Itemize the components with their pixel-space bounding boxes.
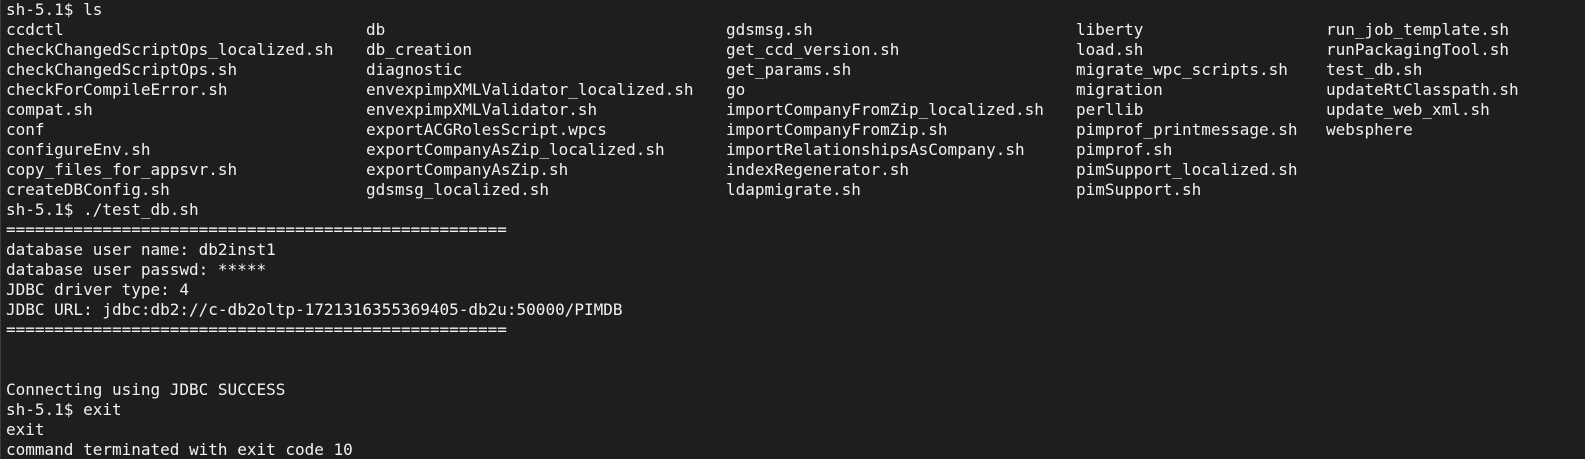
ls-entry: copy_files_for_appsvr.sh (6, 160, 238, 179)
ls-entry: perllib (1076, 100, 1144, 119)
ls-entry: runPackagingTool.sh (1326, 40, 1510, 59)
ls-entry: envexpimpXMLValidator.sh (366, 100, 598, 119)
ls-entry-empty (1326, 140, 1585, 160)
ls-entry: checkChangedScriptOps.sh (6, 60, 238, 79)
ls-entry-empty (1326, 180, 1585, 200)
db-user-line: database user name: db2inst1 (6, 240, 276, 259)
prompt-line-test-db: sh-5.1$ ./test_db.sh (6, 200, 199, 219)
prompt-line-exit: sh-5.1$ exit (6, 400, 122, 419)
ls-entry: update_web_xml.sh (1326, 100, 1490, 119)
ls-entry: pimprof.sh (1076, 140, 1173, 159)
ls-entry: get_params.sh (726, 60, 852, 79)
ls-entry: diagnostic (366, 60, 463, 79)
ls-entry: ccdctl (6, 20, 64, 39)
ls-entry: indexRegenerator.sh (726, 160, 910, 179)
ls-entry: db_creation (366, 40, 472, 59)
ls-entry: importCompanyFromZip_localized.sh (726, 100, 1044, 119)
ls-entry: updateRtClasspath.sh (1326, 80, 1519, 99)
ls-entry: ldapmigrate.sh (726, 180, 861, 199)
terminal-window[interactable]: sh-5.1$ ls ccdctl checkChangedScriptOps_… (0, 0, 1585, 459)
ls-entry: checkForCompileError.sh (6, 80, 228, 99)
connecting-line: Connecting using JDBC SUCCESS (6, 380, 286, 399)
ls-entry: run_job_template.sh (1326, 20, 1510, 39)
ls-entry: envexpimpXMLValidator_localized.sh (366, 80, 694, 99)
ls-entry: liberty (1076, 20, 1144, 39)
ls-entry: db (366, 20, 386, 39)
ls-entry: test_db.sh (1326, 60, 1423, 79)
ls-entry: exportACGRolesScript.wpcs (366, 120, 607, 139)
ls-entry: checkChangedScriptOps_localized.sh (6, 40, 334, 59)
ls-entry: pimprof_printmessage.sh (1076, 120, 1298, 139)
ls-entry: load.sh (1076, 40, 1144, 59)
separator-line: ========================================… (6, 320, 507, 339)
ls-entry: configureEnv.sh (6, 140, 151, 159)
terminated-line: command terminated with exit code 10 (6, 440, 353, 459)
ls-entry: migrate_wpc_scripts.sh (1076, 60, 1288, 79)
ls-entry: compat.sh (6, 100, 93, 119)
separator-line: ========================================… (6, 220, 507, 239)
ls-entry: importCompanyFromZip.sh (726, 120, 948, 139)
ls-entry: gdsmsg_localized.sh (366, 180, 550, 199)
ls-entry-empty (1326, 160, 1585, 180)
ls-entry: createDBConfig.sh (6, 180, 170, 199)
ls-entry: pimSupport_localized.sh (1076, 160, 1298, 179)
db-passwd-line: database user passwd: ***** (6, 260, 267, 279)
ls-entry: conf (6, 120, 45, 139)
ls-entry: websphere (1326, 120, 1413, 139)
ls-entry: go (726, 80, 746, 99)
prompt-line-ls: sh-5.1$ ls (6, 0, 103, 19)
exit-echo-line: exit (6, 420, 45, 439)
ls-entry: importRelationshipsAsCompany.sh (726, 140, 1025, 159)
jdbc-url-line: JDBC URL: jdbc:db2://c-db2oltp-172131635… (6, 300, 623, 319)
jdbc-driver-line: JDBC driver type: 4 (6, 280, 190, 299)
ls-entry: get_ccd_version.sh (726, 40, 900, 59)
ls-entry: pimSupport.sh (1076, 180, 1202, 199)
ls-entry: gdsmsg.sh (726, 20, 813, 39)
ls-entry: exportCompanyAsZip_localized.sh (366, 140, 665, 159)
ls-output: ccdctl checkChangedScriptOps_localized.s… (6, 20, 1585, 200)
ls-entry: exportCompanyAsZip.sh (366, 160, 569, 179)
ls-entry: migration (1076, 80, 1163, 99)
